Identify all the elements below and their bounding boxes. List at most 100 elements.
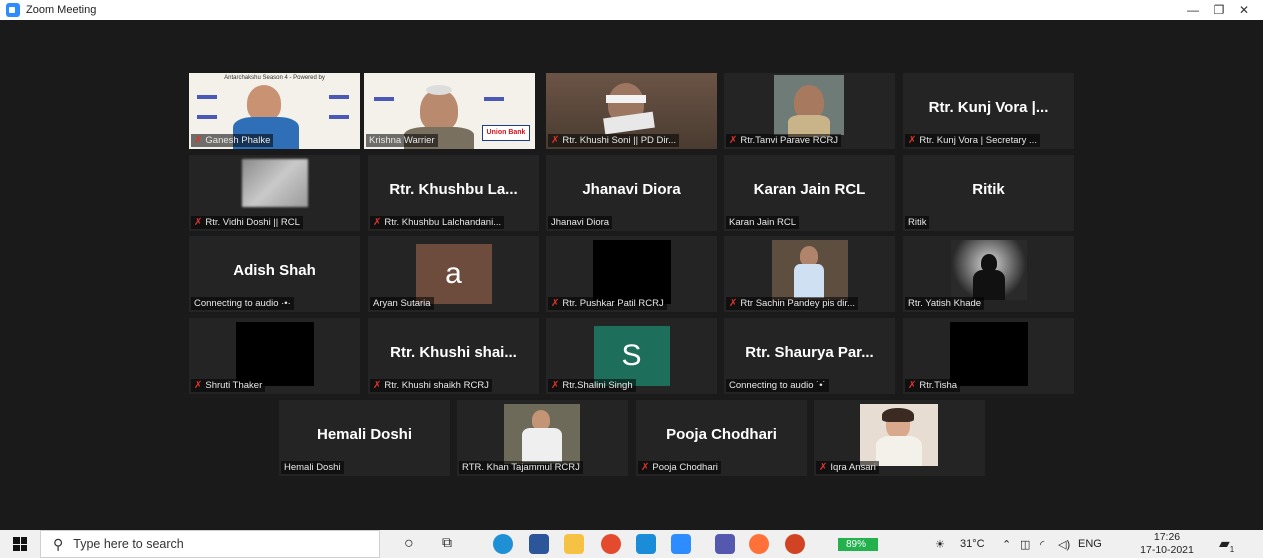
participant-name: Connecting to audio ·•· xyxy=(191,297,294,310)
participant-video xyxy=(774,75,844,137)
windows-taskbar: ⚲ Type here to search xyxy=(0,530,1263,558)
participant-name: ✗ Rtr. Vidhi Doshi || RCL xyxy=(191,216,303,229)
muted-mic-icon: ✗ xyxy=(551,380,560,391)
file-explorer-icon[interactable] xyxy=(564,534,584,554)
weather-temperature[interactable]: 31°C xyxy=(960,538,985,550)
participant-display-name: Ritik xyxy=(972,181,1005,198)
notification-center-icon[interactable]: ▰1 xyxy=(1219,535,1234,554)
participant-name: ✗ Shruti Thaker xyxy=(191,379,266,392)
participant-tile[interactable]: RTR. Khan Tajammul RCRJ xyxy=(457,400,628,476)
muted-mic-icon: ✗ xyxy=(551,298,560,309)
participant-video xyxy=(951,240,1027,300)
participant-display-name: Rtr. Kunj Vora |... xyxy=(928,99,1049,116)
participant-name: ✗ Rtr. Khushbu Lalchandani... xyxy=(370,216,505,229)
firefox-icon[interactable] xyxy=(749,534,769,554)
window-titlebar: Zoom Meeting — ❐ ✕ xyxy=(0,0,1263,20)
participant-tile[interactable]: Rtr. Khushbu La... ✗ Rtr. Khushbu Lalchan… xyxy=(368,155,539,231)
participant-display-name: Rtr. Shaurya Par... xyxy=(745,344,874,361)
participant-tile[interactable]: Hemali Doshi Hemali Doshi xyxy=(279,400,450,476)
slide-header: Antarchakshu Season 4 - Powered by xyxy=(224,75,325,81)
participant-video-blurred xyxy=(241,159,308,207)
participant-name: ✗ Rtr.Tanvi Parave RCRJ xyxy=(726,134,842,147)
participant-name: ✗ Rtr Sachin Pandey pis dir... xyxy=(726,297,858,310)
cortana-icon[interactable]: ○ xyxy=(404,535,414,553)
participant-name: Rtr. Yatish Khade xyxy=(905,297,985,310)
network-icon[interactable]: ◫ xyxy=(1020,538,1030,551)
participant-tile[interactable]: ✗ Shruti Thaker xyxy=(189,318,360,394)
participant-name: ✗ Ganesh Phalke xyxy=(191,134,274,147)
clock-date: 17-10-2021 xyxy=(1140,544,1194,556)
participant-name: ✗ Rtr. Khushi shaikh RCRJ xyxy=(370,379,492,392)
participant-tile[interactable]: Karan Jain RCL Karan Jain RCL xyxy=(724,155,895,231)
notification-count: 1 xyxy=(1229,544,1235,554)
participant-tile[interactable]: Antarchakshu Season 4 - Powered by ✗ Gane… xyxy=(189,73,360,149)
muted-mic-icon: ✗ xyxy=(551,135,560,146)
muted-mic-icon: ✗ xyxy=(908,135,917,146)
windows-logo-icon xyxy=(13,537,27,551)
participant-name: ✗ Rtr.Shalini Singh xyxy=(548,379,636,392)
language-indicator[interactable]: ENG xyxy=(1078,538,1102,550)
participant-tile[interactable]: ✗ Rtr.Tanvi Parave RCRJ xyxy=(724,73,895,149)
battery-indicator[interactable]: 89% xyxy=(838,538,878,551)
zoom-app-icon xyxy=(6,3,20,17)
participant-tile[interactable]: S ✗ Rtr.Shalini Singh xyxy=(546,318,717,394)
participant-video-off xyxy=(592,240,671,304)
muted-mic-icon: ✗ xyxy=(194,380,203,391)
participant-tile[interactable]: ✗ Rtr. Khushi Soni || PD Dir... xyxy=(546,73,717,149)
participant-name: Ritik xyxy=(905,216,930,229)
participant-tile[interactable]: Pooja Chodhari ✗ Pooja Chodhari xyxy=(636,400,807,476)
volume-icon[interactable]: ◁) xyxy=(1058,538,1070,551)
participant-name: Jhanavi Diora xyxy=(548,216,613,229)
participant-tile[interactable]: Ritik Ritik xyxy=(903,155,1074,231)
participant-display-name: Jhanavi Diora xyxy=(582,181,681,198)
powerpoint-icon[interactable] xyxy=(785,534,805,554)
participant-tile[interactable]: a Aryan Sutaria xyxy=(368,236,539,312)
participant-name: ✗ Iqra Ansari xyxy=(816,461,879,474)
chrome-icon[interactable] xyxy=(601,534,621,554)
participant-tile-active-speaker[interactable]: Union Bank Krishna Warrier xyxy=(364,73,535,149)
close-button[interactable]: ✕ xyxy=(1228,0,1260,20)
participant-display-name: Pooja Chodhari xyxy=(666,426,777,443)
participant-display-name: Adish Shah xyxy=(233,262,316,279)
wifi-icon[interactable]: ◜ xyxy=(1040,538,1044,551)
taskbar-search-box[interactable]: ⚲ Type here to search xyxy=(40,530,380,558)
participant-video xyxy=(860,404,938,466)
participant-name: ✗ Rtr. Khushi Soni || PD Dir... xyxy=(548,134,680,147)
participant-tile[interactable]: ✗ Rtr Sachin Pandey pis dir... xyxy=(724,236,895,312)
participant-name: ✗ Rtr.Tisha xyxy=(905,379,961,392)
participant-name: RTR. Khan Tajammul RCRJ xyxy=(459,461,583,474)
taskbar-clock[interactable]: 17:26 17-10-2021 xyxy=(1137,531,1197,557)
participant-tile[interactable]: ✗ Rtr. Vidhi Doshi || RCL xyxy=(189,155,360,231)
muted-mic-icon: ✗ xyxy=(819,462,828,473)
participant-tile[interactable]: ✗ Rtr.Tisha xyxy=(903,318,1074,394)
participant-name: ✗ Pooja Chodhari xyxy=(638,461,721,474)
participant-tile[interactable]: Adish Shah Connecting to audio ·•· xyxy=(189,236,360,312)
start-button[interactable] xyxy=(0,530,40,558)
participant-tile[interactable]: ✗ Iqra Ansari xyxy=(814,400,985,476)
participant-tile[interactable]: ✗ Rtr. Pushkar Patil RCRJ xyxy=(546,236,717,312)
participant-tile[interactable]: Jhanavi Diora Jhanavi Diora xyxy=(546,155,717,231)
participant-name: ✗ Rtr. Pushkar Patil RCRJ xyxy=(548,297,667,310)
participant-tile[interactable]: Rtr. Yatish Khade xyxy=(903,236,1074,312)
participant-name: Krishna Warrier xyxy=(366,134,438,147)
participant-tile[interactable]: Rtr. Shaurya Par... Connecting to audio … xyxy=(724,318,895,394)
muted-mic-icon: ✗ xyxy=(729,135,738,146)
participant-display-name: Hemali Doshi xyxy=(316,426,413,443)
teams-icon[interactable] xyxy=(715,534,735,554)
word-icon[interactable] xyxy=(529,534,549,554)
participant-tile[interactable]: Rtr. Khushi shai... ✗ Rtr. Khushi shaikh … xyxy=(368,318,539,394)
weather-icon[interactable]: ☀ xyxy=(935,538,945,551)
participant-video-off xyxy=(949,322,1028,386)
window-title: Zoom Meeting xyxy=(26,4,97,16)
task-view-icon[interactable]: ⧉ xyxy=(442,534,452,551)
zoom-taskbar-icon[interactable] xyxy=(671,534,691,554)
participant-tile[interactable]: Rtr. Kunj Vora |... ✗ Rtr. Kunj Vora | Se… xyxy=(903,73,1074,149)
edge-browser-icon[interactable] xyxy=(493,534,513,554)
muted-mic-icon: ✗ xyxy=(373,217,382,228)
gallery-view: Antarchakshu Season 4 - Powered by ✗ Gane… xyxy=(0,20,1263,522)
app-l-icon[interactable] xyxy=(636,534,656,554)
tray-chevron-up-icon[interactable]: ⌃ xyxy=(1002,538,1011,551)
participant-name: Karan Jain RCL xyxy=(726,216,800,229)
participant-display-name: Rtr. Khushbu La... xyxy=(389,181,518,198)
participant-name: ✗ Rtr. Kunj Vora | Secretary ... xyxy=(905,134,1040,147)
